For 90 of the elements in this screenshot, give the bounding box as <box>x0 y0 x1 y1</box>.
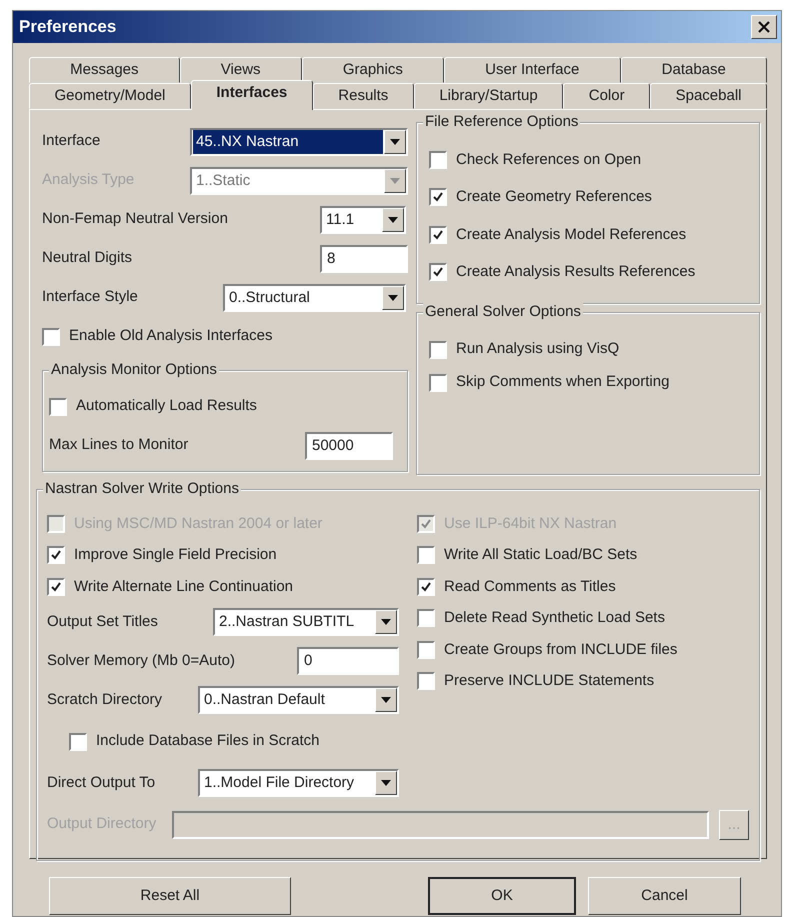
checkbox-label: Check References on Open <box>456 150 642 170</box>
checkbox-label: Read Comments as Titles <box>444 576 616 596</box>
check-icon <box>432 266 444 278</box>
checkbox-label: Write All Static Load/BC Sets <box>444 545 638 565</box>
text-field[interactable]: 50000 <box>305 432 393 460</box>
tab[interactable]: Library/Startup <box>414 83 564 109</box>
check-icon <box>420 580 432 593</box>
checkbox[interactable] <box>417 546 435 564</box>
checkbox[interactable] <box>417 672 435 690</box>
check-icon <box>432 228 444 241</box>
group-title: General Solver Options <box>423 302 583 322</box>
check-icon <box>432 191 444 204</box>
caret-icon <box>390 178 400 184</box>
tab[interactable]: Results <box>312 83 414 109</box>
dropdown[interactable]: 0..Nastran Default <box>198 686 399 714</box>
tab[interactable]: Graphics <box>302 57 444 83</box>
checkbox-label: Create Groups from INCLUDE files <box>444 640 678 660</box>
field-label: Max Lines to Monitor <box>49 435 190 456</box>
caret-icon <box>390 138 400 144</box>
tab[interactable]: Interfaces <box>190 80 313 110</box>
close-icon <box>757 20 771 34</box>
field-label: Interface Style <box>42 287 139 308</box>
text-field[interactable]: 8 <box>320 244 408 272</box>
checkbox[interactable] <box>429 263 447 282</box>
checkbox[interactable] <box>429 374 447 392</box>
tab[interactable]: Geometry/Model <box>29 83 191 109</box>
field-label: Output Set Titles <box>47 612 159 632</box>
checkbox-label: Run Analysis using VisQ <box>456 339 620 360</box>
checkbox[interactable] <box>429 188 447 206</box>
checkbox-label: Write Alternate Line Continuation <box>74 576 294 596</box>
checkbox-label: Create Analysis Model References <box>456 224 686 244</box>
checkbox-label: Create Analysis Results References <box>456 262 696 282</box>
dropdown[interactable]: 45..NX Nastran <box>190 128 408 156</box>
caret-icon <box>388 216 398 222</box>
checkbox-label: Create Geometry References <box>456 187 652 207</box>
dropdown-arrow-button[interactable] <box>375 610 397 634</box>
checkbox[interactable] <box>429 150 447 169</box>
caret-icon <box>381 697 391 703</box>
dropdown-arrow-button[interactable] <box>382 286 404 310</box>
check-icon <box>50 549 62 562</box>
field-label: Neutral Digits <box>42 248 134 268</box>
dropdown-arrow-button[interactable] <box>375 688 397 712</box>
tab[interactable]: Spaceball <box>650 83 768 109</box>
checkbox-label: Delete Read Synthetic Load Sets <box>444 608 665 628</box>
dropdown[interactable]: 0..Structural <box>223 284 406 312</box>
caret-icon <box>381 780 391 786</box>
dialog-button[interactable]: Cancel <box>588 877 741 915</box>
text-field[interactable]: 0 <box>297 647 399 675</box>
dropdown-arrow-button[interactable] <box>382 208 404 232</box>
check-icon <box>420 518 432 530</box>
field-label: Interface <box>42 131 102 152</box>
checkbox-label: Improve Single Field Precision <box>74 545 277 565</box>
dropdown-arrow-button[interactable] <box>384 130 406 154</box>
checkbox-label: Preserve INCLUDE Statements <box>444 671 654 691</box>
checkbox-label: Enable Old Analysis Interfaces <box>69 326 272 346</box>
checkbox[interactable] <box>417 640 435 659</box>
group-title: Analysis Monitor Options <box>49 360 219 380</box>
checkbox[interactable] <box>417 609 435 628</box>
group-title: Nastran Solver Write Options <box>43 479 241 499</box>
window-title: Preferences <box>19 16 116 38</box>
dialog-button[interactable]: OK <box>428 877 576 915</box>
checkbox-label: Automatically Load Results <box>76 396 257 416</box>
field-label: Solver Memory (Mb 0=Auto) <box>47 650 236 671</box>
field-label: Scratch Directory <box>47 690 164 710</box>
checkbox[interactable] <box>429 226 447 244</box>
checkbox[interactable] <box>429 340 447 358</box>
dropdown-arrow-button[interactable] <box>375 771 397 795</box>
checkbox[interactable] <box>49 398 67 416</box>
checkbox[interactable] <box>47 578 65 596</box>
checkbox[interactable] <box>69 732 87 750</box>
dropdown[interactable]: 11.1 <box>320 206 406 234</box>
dropdown[interactable]: 1..Model File Directory <box>198 769 399 797</box>
group-title: File Reference Options <box>423 112 580 132</box>
checkbox[interactable] <box>47 546 65 564</box>
dropdown[interactable]: 2..Nastran SUBTITL <box>213 608 399 636</box>
close-button[interactable] <box>751 15 777 39</box>
tab[interactable]: Color <box>563 83 650 109</box>
dialog-button[interactable]: Reset All <box>49 877 291 915</box>
tab[interactable]: User Interface <box>444 57 620 83</box>
checkbox[interactable] <box>417 578 435 596</box>
checkbox-label: Include Database Files in Scratch <box>96 731 320 752</box>
caret-icon <box>388 294 398 300</box>
check-icon <box>50 580 62 593</box>
checkbox[interactable] <box>42 328 60 346</box>
caret-icon <box>381 619 391 625</box>
checkbox-label: Skip Comments when Exporting <box>456 372 670 392</box>
tab[interactable]: Database <box>620 57 767 83</box>
tab[interactable]: Messages <box>29 57 180 83</box>
field-label: Non-Femap Neutral Version <box>42 209 229 230</box>
field-label: Direct Output To <box>47 772 156 793</box>
